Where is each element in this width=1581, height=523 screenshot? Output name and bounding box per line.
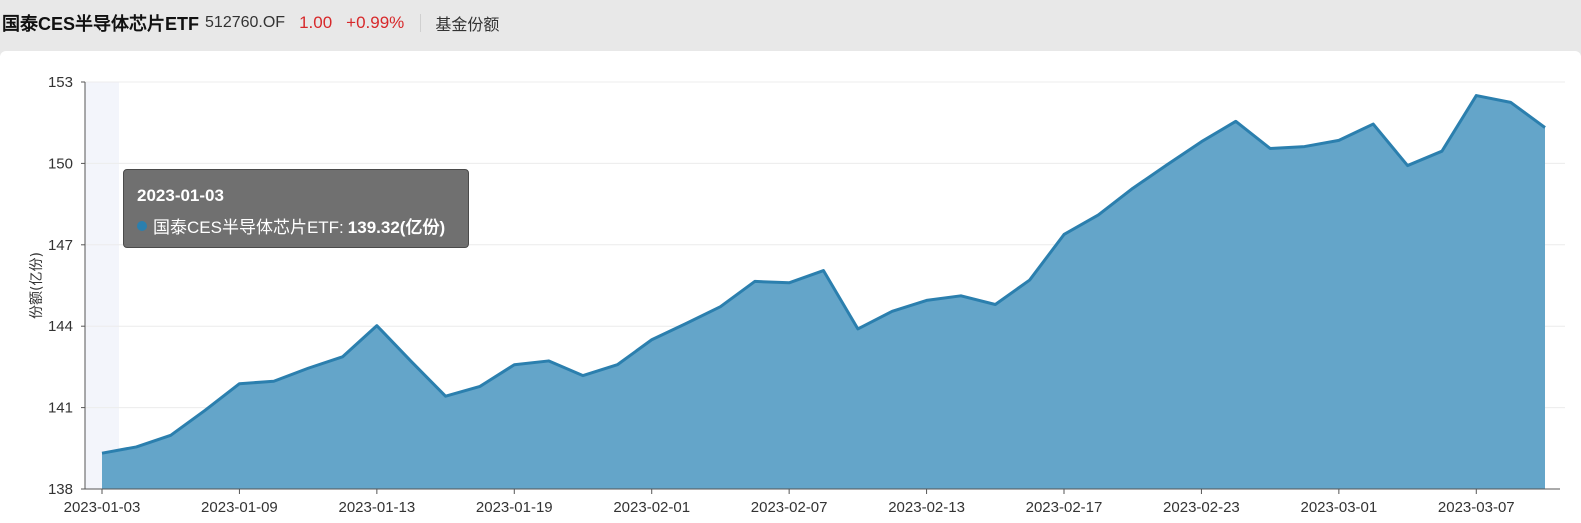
y-tick-label: 153 (48, 74, 73, 91)
data-point[interactable] (614, 362, 620, 368)
chart-panel: 138 141 144 147 150 153 份额(亿份) 2023-01-03 2023-0… (0, 51, 1581, 523)
data-point[interactable] (649, 337, 655, 343)
data-point[interactable] (1095, 212, 1101, 218)
data-point[interactable] (1473, 93, 1479, 99)
data-point[interactable] (271, 378, 277, 384)
metric-label[interactable]: 基金份额 (435, 11, 499, 35)
data-point[interactable] (1336, 137, 1342, 143)
x-tick-label: 2023-02-01 (613, 499, 690, 516)
data-point[interactable] (408, 358, 414, 364)
data-point[interactable] (133, 444, 139, 450)
data-point[interactable] (202, 407, 208, 413)
tooltip-row: 国泰CES半导体芯片ETF: 139.32(亿份) (137, 213, 445, 238)
series-area (102, 95, 1545, 490)
data-point[interactable] (821, 268, 827, 274)
data-point[interactable] (992, 301, 998, 307)
y-axis-title: 份额(亿份) (29, 252, 45, 319)
data-point[interactable] (546, 358, 552, 364)
fund-name: 国泰CES半导体芯片ETF (2, 14, 200, 34)
y-tick-label: 138 (48, 481, 73, 498)
data-point[interactable] (855, 326, 861, 332)
data-point[interactable] (305, 365, 311, 371)
data-point[interactable] (1370, 121, 1376, 127)
x-tick-label: 2023-03-01 (1300, 499, 1377, 516)
data-point[interactable] (580, 373, 586, 379)
data-point[interactable] (1439, 148, 1445, 154)
y-tick-label: 141 (48, 400, 73, 417)
x-tick-label: 2023-01-19 (476, 499, 553, 516)
data-point[interactable] (924, 297, 930, 303)
fund-header: 国泰CES半导体芯片ETF 512760.OF 1.00 +0.99% 基金份额 (0, 0, 1581, 46)
data-point[interactable] (1233, 118, 1239, 124)
y-tick-label: 147 (48, 237, 73, 254)
tooltip-series-label: 国泰CES半导体芯片ETF: (153, 218, 344, 237)
chart-tooltip: 2023-01-03 国泰CES半导体芯片ETF: 139.32(亿份) (123, 169, 469, 248)
data-point[interactable] (1027, 277, 1033, 283)
data-point[interactable] (443, 393, 449, 399)
data-point[interactable] (236, 381, 242, 387)
data-point[interactable] (786, 280, 792, 286)
data-point[interactable] (1405, 163, 1411, 169)
x-tick-label: 2023-03-07 (1438, 499, 1515, 516)
data-point[interactable] (511, 362, 517, 368)
data-point[interactable] (1267, 145, 1273, 151)
data-point[interactable] (168, 432, 174, 438)
x-tick-label: 2023-02-23 (1163, 499, 1240, 516)
x-tick-label: 2023-02-13 (888, 499, 965, 516)
data-point[interactable] (717, 304, 723, 310)
data-point[interactable] (99, 450, 105, 456)
fund-code: 512760.OF (205, 14, 286, 31)
data-point[interactable] (374, 323, 380, 329)
data-point[interactable] (1130, 185, 1136, 191)
data-point[interactable] (1542, 125, 1548, 131)
x-tick-label: 2023-01-09 (201, 499, 278, 516)
hover-highlight-band (85, 82, 119, 489)
data-point[interactable] (1061, 231, 1067, 237)
x-tick-label: 2023-02-07 (751, 499, 828, 516)
x-tick-label: 2023-02-17 (1026, 499, 1103, 516)
fund-price: 1.00 (299, 13, 333, 32)
data-point[interactable] (340, 354, 346, 360)
data-point[interactable] (958, 293, 964, 299)
fund-share-chart[interactable]: 138141144147150153份额(亿份)2023-01-03 2023-0… (0, 51, 1581, 523)
data-point[interactable] (1508, 99, 1514, 105)
data-point[interactable] (477, 383, 483, 389)
data-point[interactable] (1198, 139, 1204, 145)
x-tick-label: 2023-01-03 (64, 499, 141, 516)
tooltip-date: 2023-01-03 (137, 186, 224, 205)
data-point[interactable] (1302, 144, 1308, 150)
header-divider (420, 14, 422, 32)
y-tick-label: 144 (48, 318, 73, 335)
data-point[interactable] (683, 320, 689, 326)
x-tick-label: 2023-01-13 (338, 499, 415, 516)
tooltip-value: 139.32(亿份) (347, 218, 446, 237)
fund-change-percent: +0.99% (346, 13, 405, 32)
data-point[interactable] (752, 278, 758, 284)
data-point[interactable] (1164, 162, 1170, 168)
data-point[interactable] (889, 308, 895, 314)
series-marker-icon (137, 220, 147, 231)
y-tick-label: 150 (48, 155, 73, 172)
